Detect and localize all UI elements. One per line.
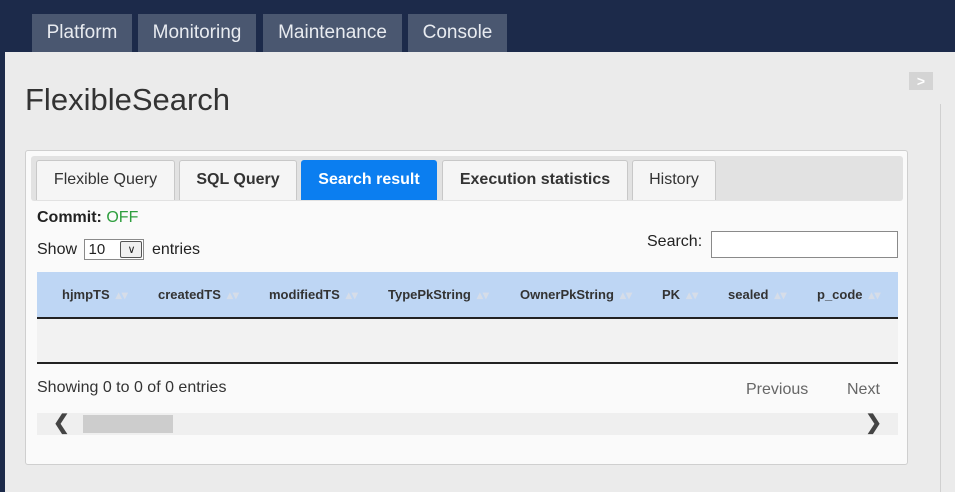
tab-history[interactable]: History bbox=[632, 160, 716, 200]
sort-icon: ▴▾ bbox=[115, 288, 128, 302]
tab-search-result[interactable]: Search result bbox=[301, 160, 437, 200]
table-header: hjmpTS ▴▾ createdTS ▴▾ modifiedTS ▴▾ TypePk… bbox=[37, 272, 898, 319]
column-header-modifiedts[interactable]: modifiedTS ▴▾ bbox=[269, 272, 358, 317]
tab-execution-statistics[interactable]: Execution statistics bbox=[442, 160, 628, 200]
sort-icon: ▴▾ bbox=[619, 288, 632, 302]
nav-tab-console[interactable]: Console bbox=[408, 14, 507, 52]
top-navigation: Platform Monitoring Maintenance Console bbox=[0, 0, 955, 52]
nav-tab-maintenance[interactable]: Maintenance bbox=[263, 14, 402, 52]
column-label: p_code bbox=[817, 287, 863, 302]
show-label: Show bbox=[37, 241, 78, 258]
entries-label: entries bbox=[151, 241, 200, 258]
table-info: Showing 0 to 0 of 0 entries bbox=[37, 379, 227, 396]
column-header-p-code[interactable]: p_code ▴▾ bbox=[817, 272, 881, 317]
nav-tab-monitoring[interactable]: Monitoring bbox=[138, 14, 256, 52]
page-title: FlexibleSearch bbox=[25, 82, 231, 117]
nav-tab-platform[interactable]: Platform bbox=[32, 14, 132, 52]
table-body bbox=[37, 319, 898, 364]
sort-icon: ▴▾ bbox=[476, 288, 489, 302]
column-label: createdTS bbox=[158, 287, 221, 302]
search-input[interactable] bbox=[711, 231, 898, 258]
divider bbox=[940, 104, 941, 492]
column-header-hjmpts[interactable]: hjmpTS ▴▾ bbox=[62, 272, 128, 317]
search-label: Search: bbox=[647, 233, 703, 250]
chevron-left-icon[interactable]: ❮ bbox=[53, 413, 73, 435]
sort-icon: ▴▾ bbox=[774, 288, 787, 302]
results-panel: Flexible Query SQL Query Search result E… bbox=[25, 150, 908, 465]
tab-sql-query[interactable]: SQL Query bbox=[179, 160, 297, 200]
column-label: modifiedTS bbox=[269, 287, 340, 302]
chevron-down-icon: ∨ bbox=[120, 241, 143, 259]
column-label: OwnerPkString bbox=[520, 287, 614, 302]
scrollbar-thumb[interactable] bbox=[83, 415, 173, 433]
chevron-right-icon[interactable]: ❯ bbox=[862, 413, 882, 435]
column-header-createdts[interactable]: createdTS ▴▾ bbox=[158, 272, 239, 317]
collapse-sidebar-button[interactable]: > bbox=[909, 72, 933, 90]
previous-page-button[interactable]: Previous bbox=[746, 381, 808, 399]
column-label: sealed bbox=[728, 287, 769, 302]
sort-icon: ▴▾ bbox=[686, 288, 699, 302]
column-label: PK bbox=[662, 287, 681, 302]
column-header-ownerpkstring[interactable]: OwnerPkString ▴▾ bbox=[520, 272, 632, 317]
sort-icon: ▴▾ bbox=[868, 288, 881, 302]
entries-select[interactable]: 10 ∨ bbox=[84, 239, 145, 261]
tab-bar: Flexible Query SQL Query Search result E… bbox=[31, 156, 903, 201]
next-page-button[interactable]: Next bbox=[847, 381, 880, 399]
tab-flexible-query[interactable]: Flexible Query bbox=[36, 160, 175, 200]
column-header-typepkstring[interactable]: TypePkString ▴▾ bbox=[388, 272, 489, 317]
sort-icon: ▴▾ bbox=[226, 288, 239, 302]
horizontal-scrollbar[interactable]: ❮ ❯ bbox=[37, 413, 898, 435]
column-header-pk[interactable]: PK ▴▾ bbox=[662, 272, 698, 317]
entries-select-value: 10 bbox=[88, 241, 106, 259]
main-content: > FlexibleSearch Flexible Query SQL Quer… bbox=[5, 52, 955, 492]
commit-value: OFF bbox=[106, 209, 139, 226]
column-label: TypePkString bbox=[388, 287, 471, 302]
column-header-sealed[interactable]: sealed ▴▾ bbox=[728, 272, 787, 317]
sort-icon: ▴▾ bbox=[345, 288, 358, 302]
length-menu: Show 10 ∨ entries bbox=[37, 239, 200, 261]
commit-status: Commit: OFF bbox=[37, 209, 138, 227]
commit-label: Commit: bbox=[37, 209, 102, 226]
column-label: hjmpTS bbox=[62, 287, 110, 302]
